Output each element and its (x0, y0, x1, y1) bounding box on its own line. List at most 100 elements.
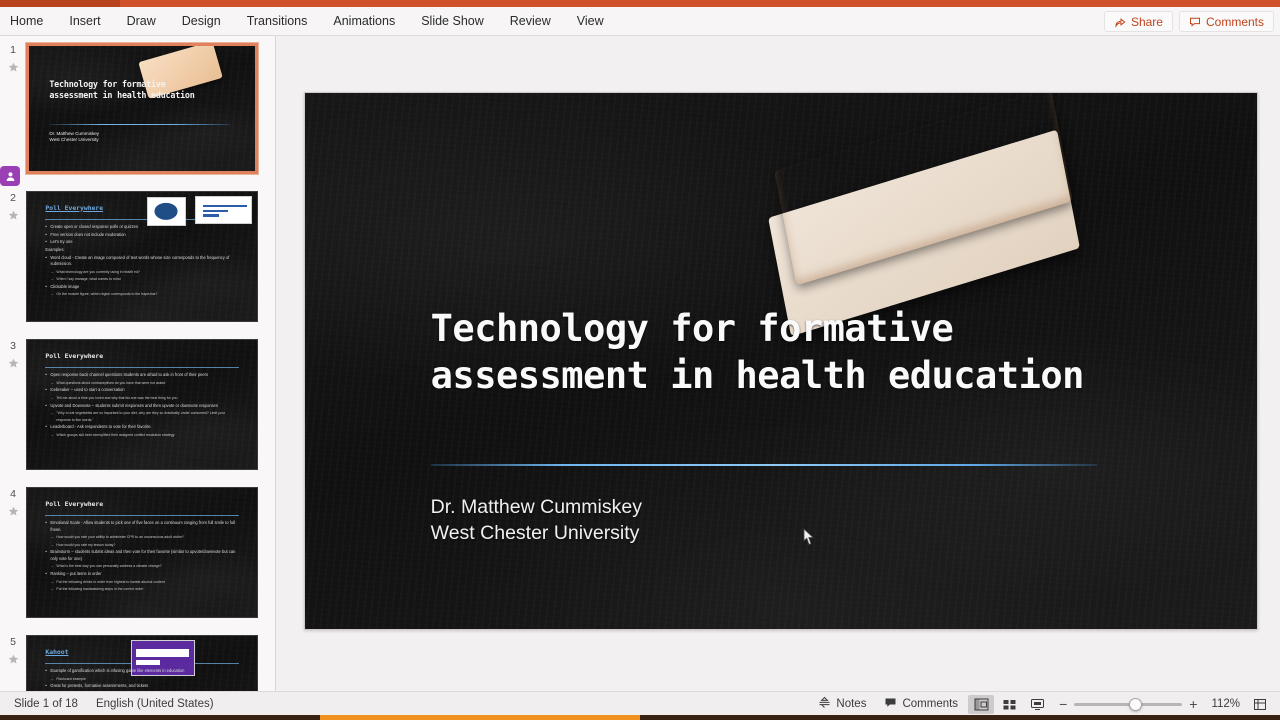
thumbnail-bullet: Icebreaker – used to start a conversatio… (45, 387, 238, 394)
poll-results-screenshot (194, 195, 253, 225)
ribbon-tab-slide-show[interactable]: Slide Show (408, 7, 497, 36)
notes-button[interactable]: Notes (809, 692, 875, 716)
collaborator-avatar[interactable] (0, 166, 20, 186)
thumbnail-bullet-list: Create open or closed response polls or … (45, 224, 238, 299)
slide-subtitle-line-2: West Chester University (430, 521, 640, 544)
thumbnail-bullet: Free version does not include moderation (45, 232, 238, 239)
ribbon-tab-design[interactable]: Design (169, 7, 234, 36)
status-bar: Slide 1 of 18 English (United States) No… (0, 691, 1280, 715)
thumbnail-bullet: Examples: (45, 247, 65, 253)
window-title-strip (0, 0, 1280, 7)
thumbnail-number: 1 (10, 44, 16, 56)
video-progress-strip[interactable] (0, 715, 1280, 720)
thumbnail-row[interactable]: 2 Poll Everywhere Create open or closed re… (0, 191, 275, 322)
title-strip-left-accent (0, 0, 120, 7)
thumbnail-meta: 1 (0, 43, 26, 78)
slide-editing-stage[interactable]: Technology for formative assessment in h… (276, 36, 1280, 691)
zoom-level-label[interactable]: 112% (1205, 698, 1246, 710)
ribbon-tab-bar: Home Insert Draw Design Transitions Animation… (0, 7, 1280, 36)
ribbon-actions: Share Comments (1103, 10, 1274, 33)
thumbnail-bullet: Great for pretests, formative assessment… (45, 683, 238, 690)
slide-thumbnail-pane[interactable]: 1 Technology for formative assessment in … (0, 36, 275, 691)
thumbnail-heading: Kahoot (45, 647, 69, 656)
thumbnail-divider-line (49, 124, 231, 126)
ribbon-tab-insert[interactable]: Insert (56, 7, 113, 36)
thumbnail-bullet-list: Emotional Scale - Allow students to pick… (45, 520, 238, 594)
thumbnail-bullet: Tell me about a time you loved and why t… (45, 395, 238, 402)
comment-bubble-icon (1189, 16, 1201, 28)
thumbnail-bullet: Create open or closed response polls or … (45, 224, 238, 231)
thumbnail-meta: 5 (0, 635, 26, 670)
view-normal-button[interactable] (968, 694, 995, 714)
thumbnail-number: 5 (10, 636, 16, 648)
animation-star-icon[interactable] (0, 652, 26, 670)
zoom-slider-handle[interactable] (1129, 697, 1143, 711)
comment-bubble-icon (884, 696, 897, 712)
thumbnail-bullet: Put the following drinks in order from h… (45, 579, 238, 586)
thumbnail-bullet: How would you rate my lesson today? (45, 542, 238, 549)
thumbnail-bullet: Flashcard example (45, 676, 238, 683)
share-icon (1114, 16, 1126, 28)
current-slide[interactable]: Technology for formative assessment in h… (304, 92, 1258, 630)
thumbnail-bullet: What questions about contraceptives do y… (45, 380, 238, 387)
thumbnail-bullet: Upvote and Downvote – students submit re… (45, 403, 238, 410)
zoom-in-button[interactable]: + (1189, 697, 1197, 711)
thumbnail-bullet: Brainstorm – students submit ideas and t… (45, 549, 238, 562)
animation-star-icon[interactable] (0, 356, 26, 374)
status-comments-button[interactable]: Comments (875, 692, 967, 716)
thumbnail-bullet: Put the following handwashing steps in t… (45, 586, 238, 593)
thumbnail-bullet: Which groups skit best exemplified their… (45, 432, 238, 439)
ribbon-tab-review[interactable]: Review (497, 7, 564, 36)
thumbnail-bullet: Let's try one (45, 239, 238, 246)
thumbnail-bullet-list: Open response back channel questions stu… (45, 372, 238, 439)
thumbnail-heading: Poll Everywhere (45, 203, 104, 212)
ribbon-tab-transitions[interactable]: Transitions (234, 7, 321, 36)
thumbnail-title: Technology for formative assessment in h… (49, 78, 195, 100)
chalkboard-eraser-image[interactable] (767, 109, 1081, 336)
status-comments-label: Comments (902, 698, 959, 710)
ribbon-tab-animations[interactable]: Animations (320, 7, 408, 36)
thumbnail-bullet: What is the best way you can personally … (45, 563, 238, 570)
thumbnail-subtitle: Dr. Matthew Cummiskey West Chester Univer… (49, 131, 207, 144)
thumbnail-divider-line (45, 367, 239, 369)
slide-divider-line (430, 463, 1098, 466)
notes-icon (818, 696, 831, 712)
status-left-group: Slide 1 of 18 English (United States) (0, 698, 214, 710)
comments-button[interactable]: Comments (1178, 11, 1274, 32)
slide-thumbnail-1[interactable]: Technology for formative assessment in h… (25, 42, 259, 175)
share-button[interactable]: Share (1103, 11, 1173, 32)
comments-label: Comments (1205, 14, 1264, 29)
ribbon-tab-draw[interactable]: Draw (114, 7, 169, 36)
thumbnail-bullet: When I say manage, what comes to mind (45, 276, 238, 283)
thumbnail-meta: 4 (0, 487, 26, 522)
thumbnail-row[interactable]: 3 Poll Everywhere Open response back chann… (0, 339, 275, 470)
slide-thumbnail-4[interactable]: Poll Everywhere Emotional Scale - Allow s… (26, 487, 258, 618)
thumbnail-number: 3 (10, 340, 16, 352)
animation-star-icon[interactable] (0, 504, 26, 522)
slide-thumbnail-5[interactable]: Kahoot Example of gamification which is i… (26, 635, 258, 691)
ribbon-tab-home[interactable]: Home (0, 7, 56, 36)
view-slide-sorter-button[interactable] (996, 695, 1022, 714)
thumbnail-bullet: Open response back channel questions stu… (45, 372, 238, 379)
zoom-out-button[interactable]: − (1059, 697, 1067, 711)
thumbnail-bullet-list: Example of gamification which is infusin… (45, 668, 238, 691)
animation-star-icon[interactable] (0, 60, 26, 78)
animation-star-icon[interactable] (0, 208, 26, 226)
fit-to-window-button[interactable] (1247, 695, 1273, 714)
view-reading-button[interactable] (1024, 695, 1050, 714)
slide-subtitle[interactable]: Dr. Matthew Cummiskey West Chester Unive… (431, 495, 1002, 546)
slide-thumbnail-3[interactable]: Poll Everywhere Open response back channe… (26, 339, 258, 470)
slide-thumbnail-2[interactable]: Poll Everywhere Create open or closed res… (26, 191, 258, 322)
thumbnail-subtitle-line: West Chester University (49, 137, 99, 143)
thumbnail-row[interactable]: 1 Technology for formative assessment in … (0, 42, 275, 186)
ribbon-tab-view[interactable]: View (564, 7, 617, 36)
thumbnail-row[interactable]: 5 Kahoot Example of gamification which is … (0, 635, 275, 691)
thumbnail-bullet: On the muscle figure, which region corre… (45, 291, 238, 298)
slide-title[interactable]: Technology for formative assessment in h… (431, 305, 1116, 399)
zoom-control[interactable]: − + (1051, 697, 1205, 711)
slide-counter[interactable]: Slide 1 of 18 (14, 698, 78, 710)
zoom-slider-track[interactable] (1074, 697, 1183, 711)
thumbnail-row[interactable]: 4 Poll Everywhere Emotional Scale - Allow … (0, 487, 275, 618)
language-indicator[interactable]: English (United States) (96, 698, 214, 710)
poll-everywhere-logo-image (146, 197, 186, 226)
